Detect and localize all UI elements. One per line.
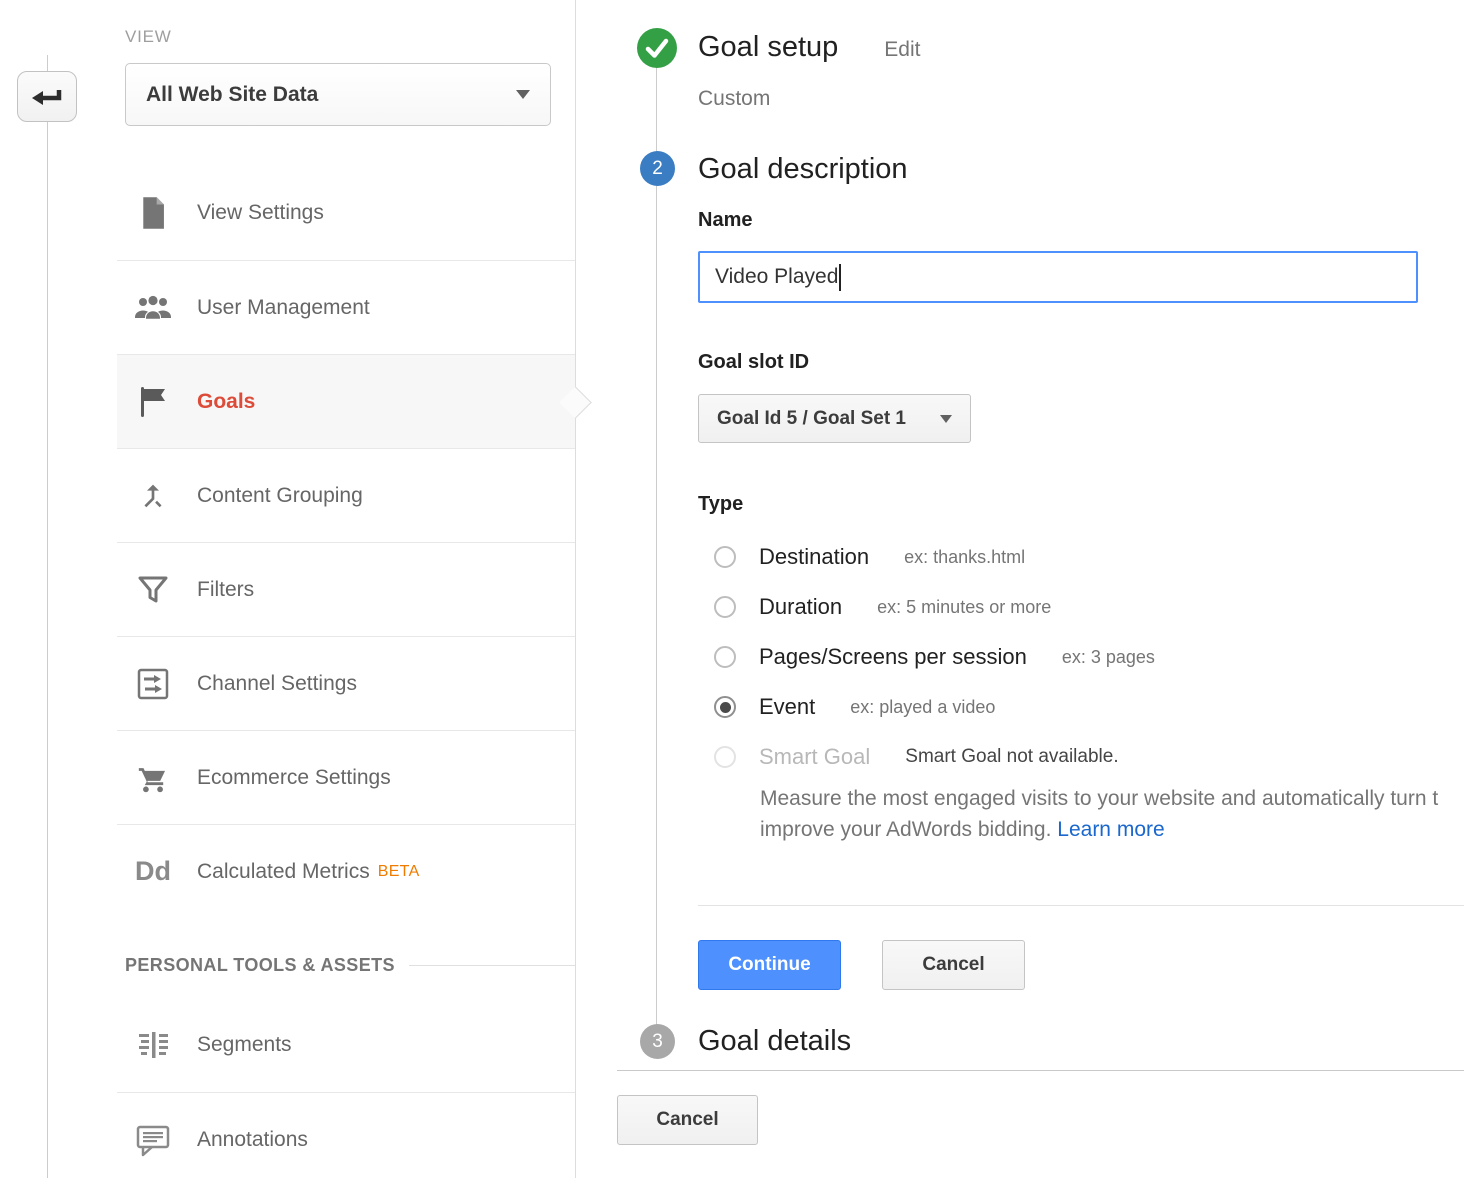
sidebar-item-segments[interactable]: Segments	[117, 998, 575, 1092]
sidebar-item-label: Annotations	[197, 1128, 308, 1152]
radio-event-selected[interactable]	[714, 696, 736, 718]
radio-hint: ex: 5 minutes or more	[877, 597, 1051, 618]
radio-row-event: Event ex: played a video	[698, 682, 1155, 732]
step3-title: Goal details	[698, 1025, 851, 1058]
radio-label: Destination	[759, 544, 869, 570]
sidebar-menu: View Settings User Management Goals	[117, 166, 575, 918]
radio-label: Duration	[759, 594, 842, 620]
sidebar-item-view-settings[interactable]: View Settings	[117, 166, 575, 260]
step2-number-badge: 2	[640, 151, 675, 186]
sidebar-item-label: Filters	[197, 578, 254, 602]
cart-icon	[133, 761, 173, 795]
radio-row-destination: Destination ex: thanks.html	[698, 532, 1155, 582]
smart-goal-description: Measure the most engaged visits to your …	[760, 783, 1464, 845]
document-icon	[133, 196, 173, 230]
chevron-down-icon	[516, 90, 530, 99]
stepper-connector-line	[656, 48, 657, 1041]
section-rule	[409, 965, 575, 966]
sidebar-item-user-management[interactable]: User Management	[117, 260, 575, 354]
form-divider	[698, 905, 1464, 906]
smart-goal-description-line2: improve your AdWords bidding. Learn more	[760, 814, 1464, 845]
goal-slot-dropdown[interactable]: Goal Id 5 / Goal Set 1	[698, 394, 971, 443]
sidebar-item-filters[interactable]: Filters	[117, 542, 575, 636]
radio-hint: ex: played a video	[850, 697, 995, 718]
sidebar-item-ecommerce-settings[interactable]: Ecommerce Settings	[117, 730, 575, 824]
radio-smart-goal-disabled	[714, 746, 736, 768]
smart-goal-description-line1: Measure the most engaged visits to your …	[760, 783, 1464, 814]
view-selector-dropdown[interactable]: All Web Site Data	[125, 63, 551, 126]
back-arrow-icon	[28, 82, 66, 112]
sidebar-item-annotations[interactable]: Annotations	[117, 1092, 575, 1186]
users-icon	[133, 293, 173, 323]
sidebar-divider	[575, 0, 576, 1178]
channel-icon	[133, 667, 173, 701]
breadcrumb-rail-line	[47, 55, 48, 1178]
view-selector-value: All Web Site Data	[146, 83, 516, 107]
edit-link[interactable]: Edit	[884, 38, 920, 62]
smart-goal-unavailable-text: Smart Goal not available.	[905, 746, 1118, 768]
radio-row-pages-per-session: Pages/Screens per session ex: 3 pages	[698, 632, 1155, 682]
radio-label: Pages/Screens per session	[759, 644, 1027, 670]
goal-slot-id-label: Goal slot ID	[698, 351, 809, 374]
chevron-down-icon	[940, 415, 952, 423]
radio-pages-per-session[interactable]	[714, 646, 736, 668]
check-icon	[637, 28, 677, 68]
back-button[interactable]	[17, 71, 77, 122]
flag-icon	[133, 385, 173, 419]
step1-header: Goal setup Edit	[698, 31, 920, 64]
radio-label: Event	[759, 694, 815, 720]
sidebar-item-calculated-metrics[interactable]: Dd Calculated Metrics BETA	[117, 824, 575, 918]
personal-tools-label: PERSONAL TOOLS & ASSETS	[125, 955, 395, 976]
cancel-button[interactable]: Cancel	[882, 940, 1025, 990]
smart-goal-description-text: improve your AdWords bidding.	[760, 818, 1051, 841]
name-field-label: Name	[698, 209, 752, 232]
step1-complete-icon	[637, 28, 677, 68]
goal-name-value: Video Played	[715, 265, 838, 289]
sidebar-item-label: Segments	[197, 1033, 292, 1057]
radio-hint: ex: 3 pages	[1062, 647, 1155, 668]
sidebar-item-label: User Management	[197, 296, 370, 320]
section-divider	[617, 1070, 1464, 1071]
beta-badge: BETA	[378, 863, 420, 881]
radio-label: Smart Goal	[759, 744, 870, 770]
sidebar-item-channel-settings[interactable]: Channel Settings	[117, 636, 575, 730]
sidebar-item-label: Ecommerce Settings	[197, 766, 391, 790]
step1-title: Goal setup	[698, 31, 838, 64]
radio-row-duration: Duration ex: 5 minutes or more	[698, 582, 1155, 632]
sidebar-menu-personal: Segments Annotations	[117, 998, 575, 1186]
merge-icon	[133, 479, 173, 513]
radio-destination[interactable]	[714, 546, 736, 568]
step2-title: Goal description	[698, 153, 908, 186]
radio-duration[interactable]	[714, 596, 736, 618]
dd-icon: Dd	[133, 856, 173, 887]
sidebar-item-label: Channel Settings	[197, 672, 357, 696]
radio-hint: ex: thanks.html	[904, 547, 1025, 568]
bottom-cancel-button[interactable]: Cancel	[617, 1095, 758, 1145]
goal-type-radio-group: Destination ex: thanks.html Duration ex:…	[698, 532, 1155, 782]
radio-row-smart-goal: Smart Goal Smart Goal not available.	[698, 732, 1155, 782]
sidebar-item-label: Goals	[197, 390, 255, 414]
funnel-icon	[133, 574, 173, 606]
segments-icon	[133, 1028, 173, 1062]
text-cursor	[839, 264, 841, 291]
step3-number-badge: 3	[640, 1024, 675, 1059]
annotation-icon	[133, 1123, 173, 1157]
sidebar-item-label: Content Grouping	[197, 484, 363, 508]
view-section-label: VIEW	[125, 27, 172, 47]
personal-tools-section: PERSONAL TOOLS & ASSETS	[125, 955, 575, 976]
sidebar-item-label: Calculated Metrics	[197, 860, 370, 884]
type-label: Type	[698, 493, 743, 516]
step1-subtitle: Custom	[698, 87, 770, 111]
sidebar-item-content-grouping[interactable]: Content Grouping	[117, 448, 575, 542]
radio-dot	[720, 702, 731, 713]
continue-button[interactable]: Continue	[698, 940, 841, 990]
sidebar-item-goals[interactable]: Goals	[117, 354, 575, 448]
goal-name-input[interactable]: Video Played	[698, 251, 1418, 303]
selected-item-pointer	[559, 386, 592, 419]
sidebar-item-label: View Settings	[197, 201, 324, 225]
goal-slot-value: Goal Id 5 / Goal Set 1	[717, 408, 940, 430]
learn-more-link[interactable]: Learn more	[1057, 818, 1164, 841]
